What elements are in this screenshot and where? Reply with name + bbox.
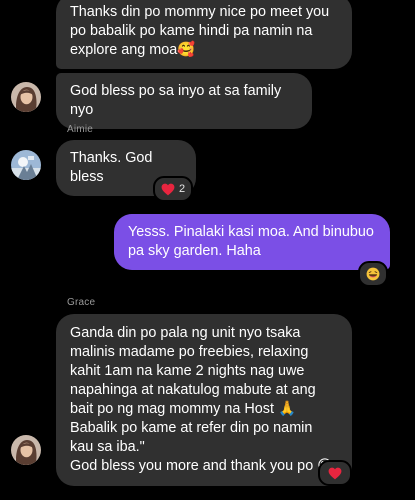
reaction-badge[interactable] [358,261,388,287]
heart-icon [161,183,175,195]
sender-avatar[interactable] [11,435,41,465]
avatar-icon [11,150,41,180]
message-bubble[interactable]: God bless po sa inyo at sa family nyo [56,73,312,129]
laughing-face-icon [366,267,380,281]
message-bubble[interactable]: Yesss. Pinalaki kasi moa. And binubuo pa… [114,214,390,270]
sender-avatar[interactable] [11,150,41,180]
sender-name: Grace [67,297,96,308]
message-bubble[interactable]: Thanks din po mommy nice po meet you po … [56,0,352,69]
sender-avatar[interactable] [11,82,41,112]
sender-name: Aimie [67,124,94,135]
reaction-badge[interactable] [318,460,352,486]
reaction-count: 2 [178,183,186,195]
reaction-badge[interactable]: 2 [153,176,193,202]
heart-icon [328,467,342,479]
avatar-icon [11,82,41,112]
avatar-icon [11,435,41,465]
message-bubble[interactable]: Ganda din po pala ng unit nyo tsaka mali… [56,314,352,486]
